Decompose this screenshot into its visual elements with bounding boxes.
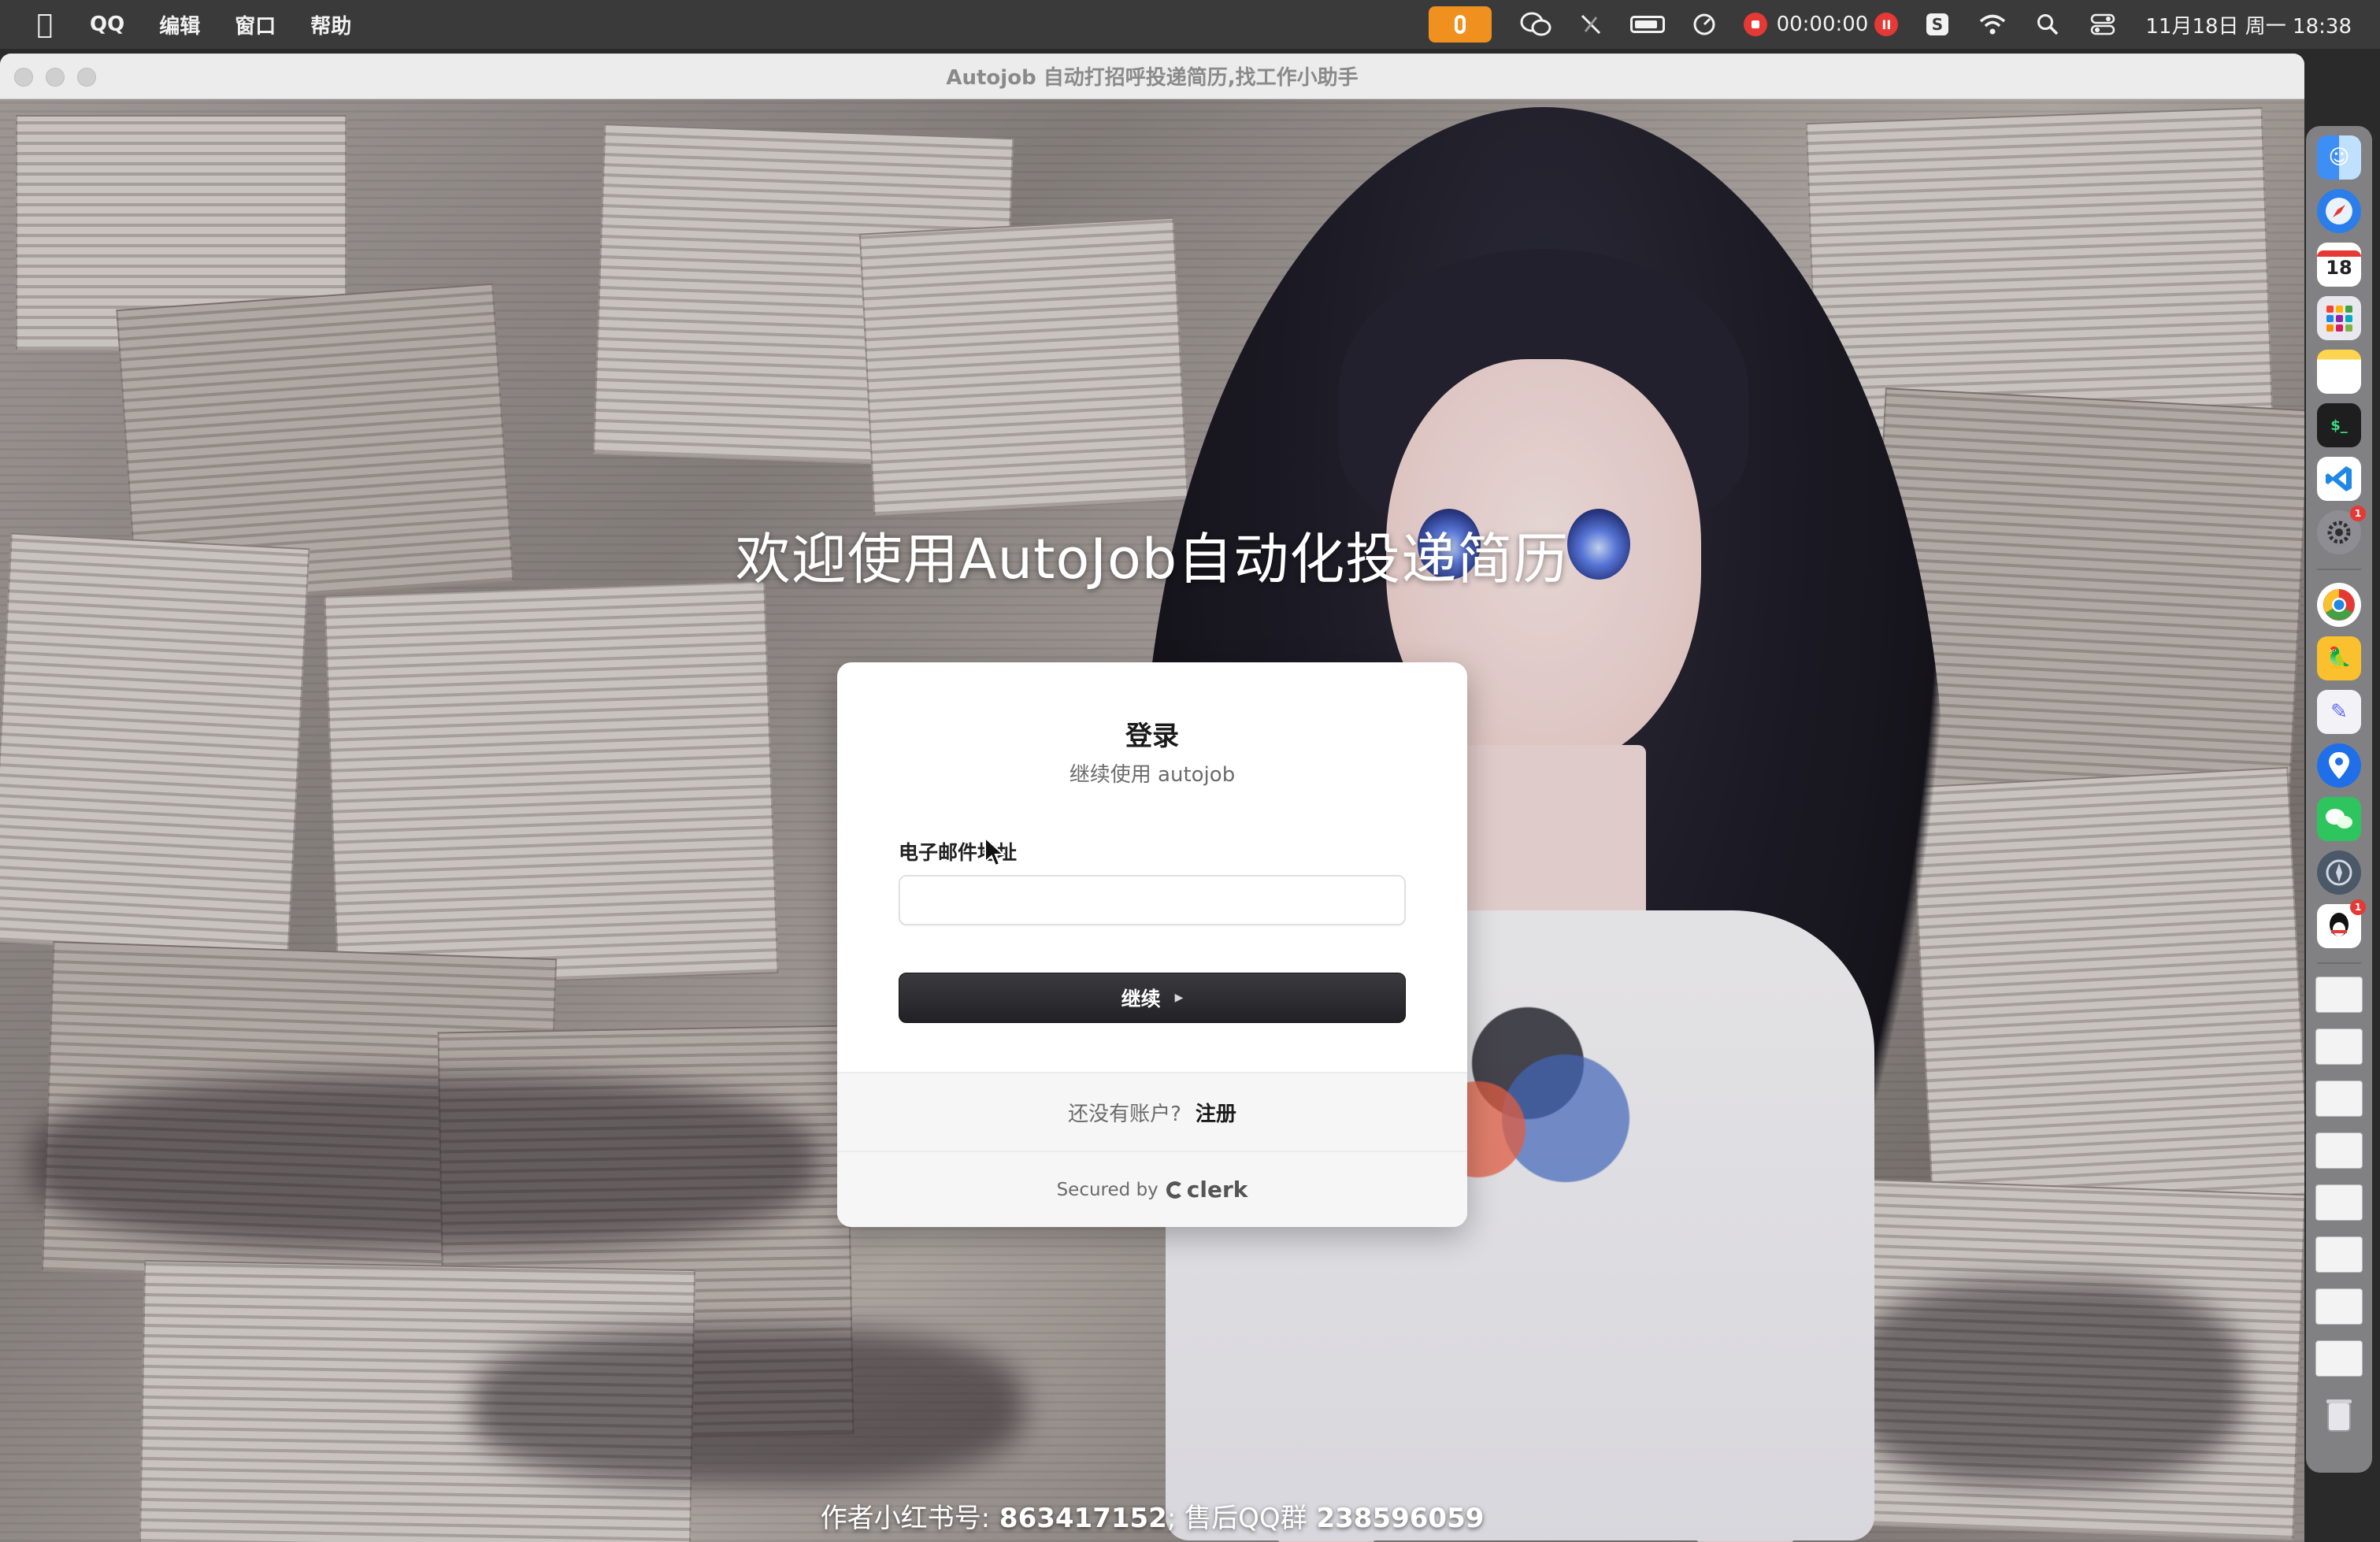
menu-edit[interactable]: 编辑 (159, 10, 200, 39)
pause-icon[interactable]: II (1874, 13, 1899, 36)
dock-window-thumbnail[interactable] (2315, 1184, 2363, 1221)
signup-link[interactable]: 注册 (1196, 1098, 1236, 1127)
menu-window[interactable]: 窗口 (235, 10, 276, 39)
dock-trash-icon[interactable] (2317, 1392, 2361, 1436)
stopwatch-icon[interactable] (1689, 9, 1720, 40)
login-subtitle: 继续使用 autojob (1069, 763, 1236, 787)
window-title: Autojob 自动打招呼投递简历,找工作小助手 (946, 66, 1359, 90)
author-contact-note: 作者小红书号: 863417152; 售后QQ群 238596059 (0, 1496, 2304, 1535)
menubar-clock[interactable]: 11月18日 周一 18:38 (2145, 10, 2352, 39)
play-arrow-icon: ▶ (1174, 992, 1184, 1004)
dock-window-thumbnail[interactable] (2315, 1340, 2363, 1377)
wifi-icon[interactable] (1977, 9, 2008, 40)
close-window-button[interactable] (14, 68, 33, 87)
dock-window-thumbnail[interactable] (2315, 1029, 2363, 1065)
menu-app-name[interactable]: QQ (90, 13, 124, 36)
clerk-logo-icon (1166, 1181, 1184, 1199)
dock-system-settings-icon[interactable]: 1 (2317, 506, 2366, 554)
dock-calendar-icon[interactable]: 18 (2317, 243, 2361, 287)
dock-calendar-day: 18 (2326, 257, 2352, 279)
dock-window-thumbnail[interactable] (2315, 1236, 2363, 1273)
dock-wechat-icon[interactable] (2317, 797, 2361, 841)
continue-button-label: 继续 (1121, 988, 1161, 1010)
footer-xhs-id: 863417152 (999, 1503, 1167, 1534)
zoom-window-button[interactable] (77, 68, 96, 87)
recording-time: 00:00:00 (1776, 13, 1869, 36)
dock-launchpad-icon[interactable] (2317, 296, 2361, 340)
mouse-cursor-icon (984, 836, 1006, 867)
welcome-headline: 欢迎使用AutoJob自动化投递简历 (735, 527, 1570, 591)
dock-qq-icon[interactable]: 1 (2317, 899, 2366, 948)
minimize-window-button[interactable] (46, 68, 65, 87)
dock-window-thumbnail[interactable] (2315, 1081, 2363, 1117)
clerk-brand: clerk (1186, 1177, 1248, 1203)
login-title: 登录 (1125, 721, 1179, 752)
continue-button[interactable]: 继续 ▶ (899, 973, 1406, 1023)
menu-help[interactable]: 帮助 (310, 10, 351, 39)
wechat-icon[interactable] (1520, 9, 1551, 40)
secured-by-footer: Secured by clerk (837, 1151, 1467, 1227)
dock-terminal-icon[interactable]: $_ (2317, 403, 2361, 447)
dock-window-thumbnail[interactable] (2315, 1132, 2363, 1169)
dock-vscode-icon[interactable] (2317, 457, 2361, 501)
record-icon[interactable]: 00:00:00 II (1743, 9, 1899, 40)
window-titlebar[interactable]: Autojob 自动打招呼投递简历,找工作小助手 (0, 54, 2304, 99)
svg-text:S: S (1932, 15, 1943, 34)
pen-slash-icon[interactable] (1575, 9, 1607, 40)
signup-row: 还没有账户? 注册 (837, 1072, 1467, 1151)
apple-logo-icon[interactable]:  (32, 9, 58, 40)
login-form: 登录 继续使用 autojob 电子邮件地址 继续 ▶ (837, 662, 1467, 1072)
dock-maps-icon[interactable] (2317, 743, 2361, 788)
window-controls (14, 68, 109, 87)
footer-middle: ; 售后QQ群 (1166, 1503, 1307, 1534)
login-card: 登录 继续使用 autojob 电子邮件地址 继续 ▶ 还没有账户? 注册 Se… (837, 662, 1467, 1227)
dock-finder-icon[interactable]: ☺ (2317, 135, 2361, 180)
dock-pinyin-icon[interactable]: ✎ (2317, 690, 2361, 734)
dock-settings-badge: 1 (2350, 506, 2366, 521)
secured-by-text: Secured by (1056, 1179, 1158, 1200)
dock-compass-icon[interactable] (2317, 851, 2361, 895)
signup-prompt: 还没有账户? (1068, 1102, 1181, 1126)
battery-icon[interactable] (1629, 9, 1665, 40)
email-field[interactable] (899, 875, 1406, 925)
dock-separator-2 (2317, 962, 2361, 964)
clerk-logo[interactable]: clerk (1166, 1177, 1248, 1203)
dock-window-thumbnail[interactable] (2315, 1288, 2363, 1325)
sougou-input-icon[interactable]: S (1922, 9, 1953, 40)
app-window: Autojob 自动打招呼投递简历,找工作小助手 欢迎使用AutoJob自动化投… (0, 54, 2304, 1542)
dock-separator (2317, 569, 2361, 570)
microphone-icon[interactable] (1428, 6, 1492, 43)
control-center-icon[interactable] (2087, 9, 2119, 40)
dock-notes-icon[interactable] (2317, 350, 2361, 394)
dock-window-thumbnail[interactable] (2315, 977, 2363, 1013)
search-icon[interactable] (2032, 9, 2063, 40)
menu-bar:  QQ 编辑 窗口 帮助 00:00:00 II S (0, 0, 2380, 49)
dock-parrot-icon[interactable]: 🦜 (2317, 636, 2361, 680)
footer-qq-group: 238596059 (1316, 1503, 1485, 1534)
dock: ☺ 18 $_ 1 🦜 ✎ 1 (2306, 126, 2372, 1473)
footer-prefix: 作者小红书号: (820, 1503, 991, 1534)
dock-safari-icon[interactable] (2317, 189, 2361, 233)
dock-chrome-icon[interactable] (2317, 583, 2361, 627)
dock-qq-badge: 1 (2350, 899, 2366, 915)
